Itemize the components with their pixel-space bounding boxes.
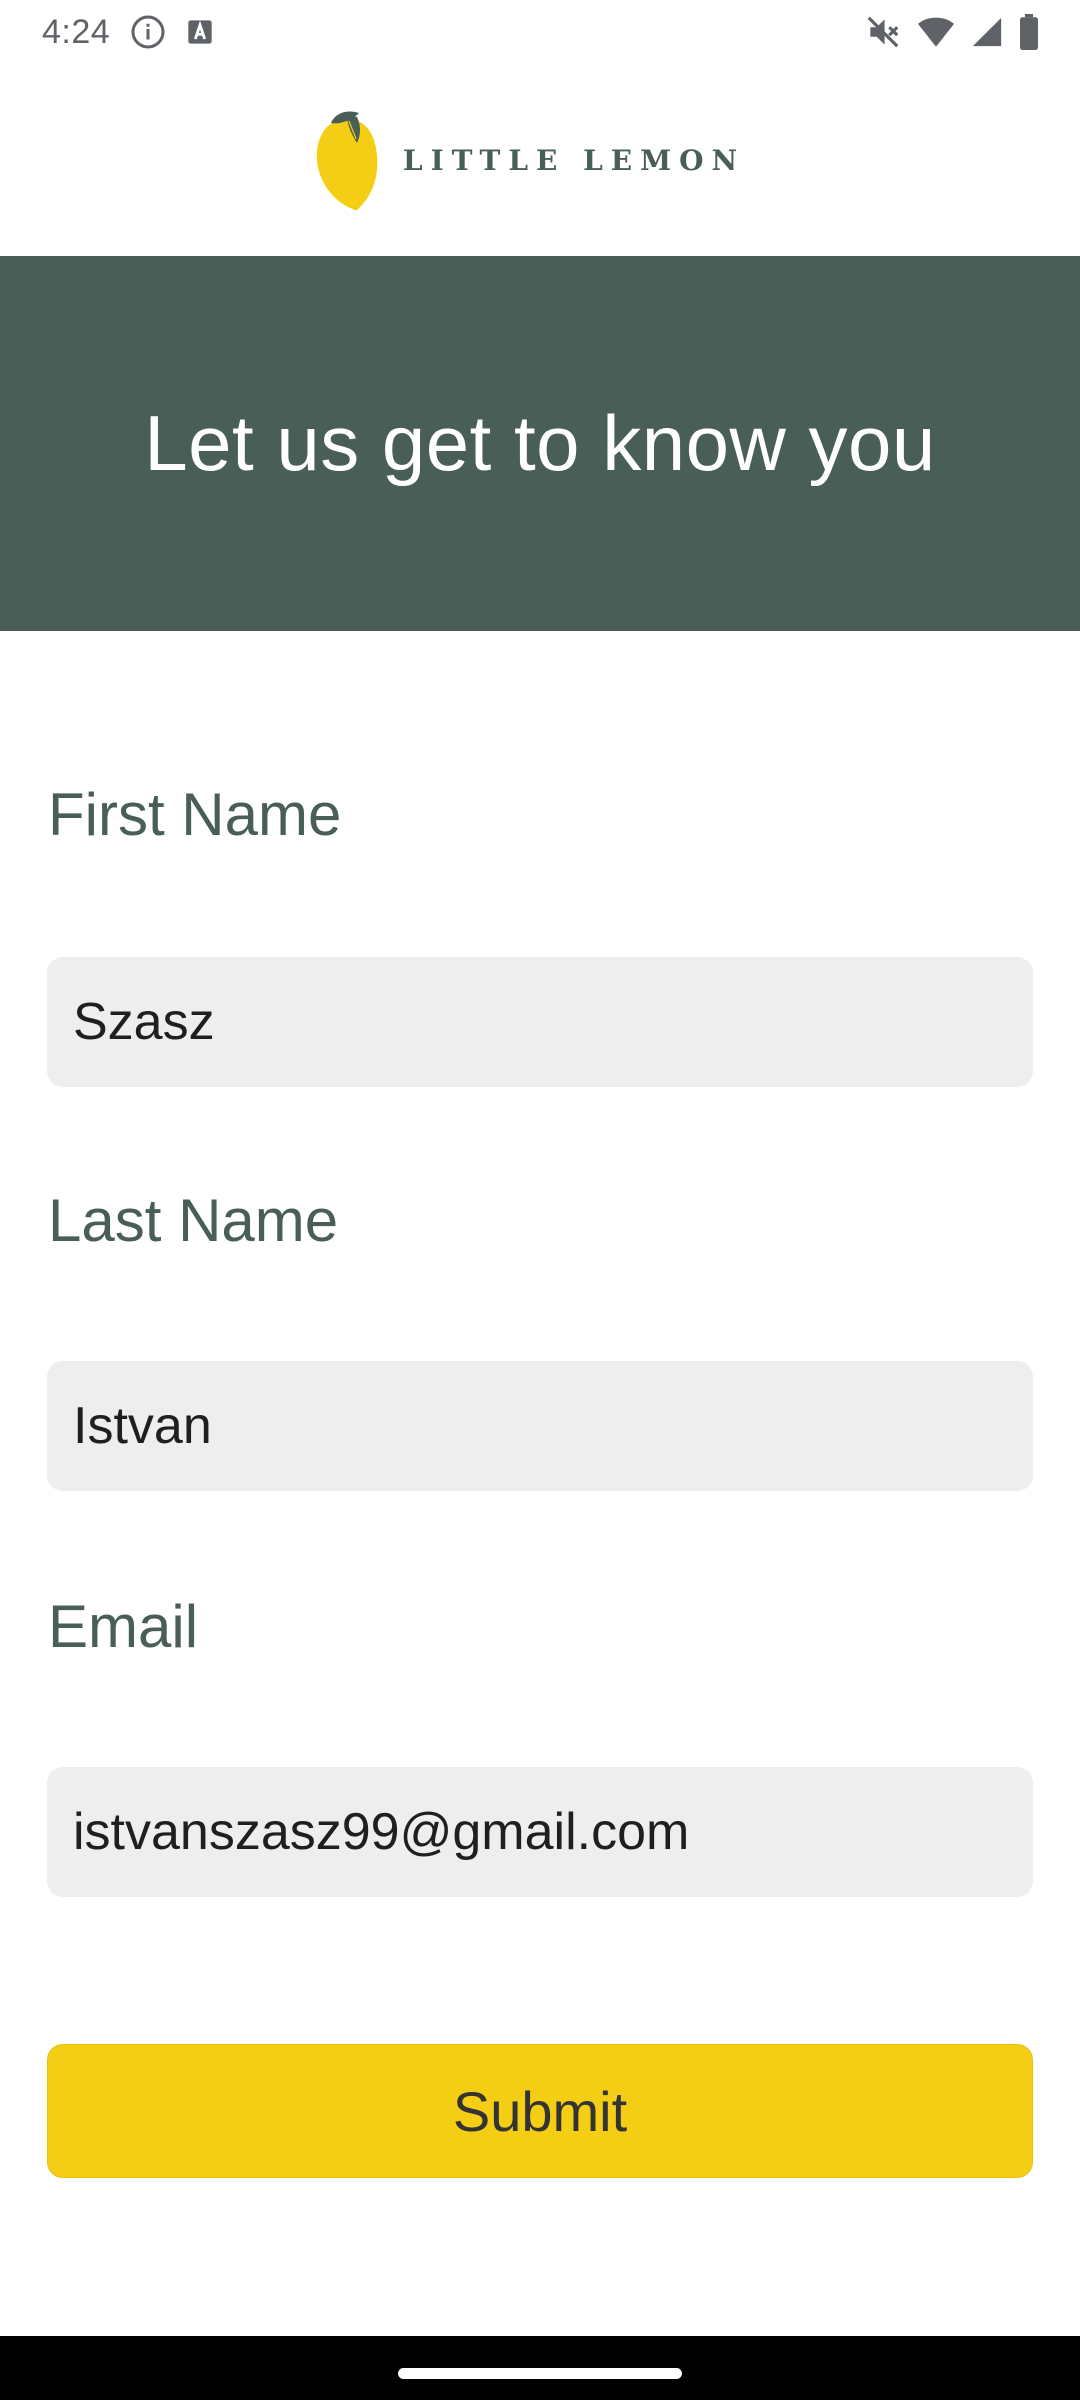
first-name-input[interactable]: [47, 957, 1033, 1087]
first-name-label: First Name: [48, 781, 342, 848]
status-time: 4:24: [42, 12, 111, 51]
submit-button[interactable]: Submit: [47, 2044, 1033, 2178]
wifi-icon: [916, 14, 956, 50]
a-icon: [186, 18, 214, 46]
onboarding-screen: 4:24 LITTLE LEMON Let us get to know you…: [0, 0, 1080, 2400]
email-input[interactable]: [47, 1767, 1033, 1897]
signal-icon: [970, 15, 1004, 49]
info-icon: [130, 14, 166, 50]
navigation-bar: [0, 2336, 1080, 2400]
hero-banner: Let us get to know you: [0, 256, 1080, 631]
logo-text: LITTLE LEMON: [402, 143, 746, 177]
last-name-label: Last Name: [48, 1187, 339, 1254]
hero-title: Let us get to know you: [144, 399, 936, 487]
last-name-input[interactable]: [47, 1361, 1033, 1491]
status-right: [864, 13, 1040, 51]
mute-icon: [864, 13, 902, 51]
status-left: 4:24: [42, 13, 214, 52]
lemon-icon: [313, 103, 381, 218]
battery-icon: [1018, 14, 1040, 50]
app-header: LITTLE LEMON: [0, 64, 1080, 256]
email-label: Email: [48, 1593, 199, 1660]
home-gesture-handle[interactable]: [398, 2368, 682, 2379]
status-bar: 4:24: [0, 0, 1080, 64]
little-lemon-logo: LITTLE LEMON: [313, 103, 745, 218]
